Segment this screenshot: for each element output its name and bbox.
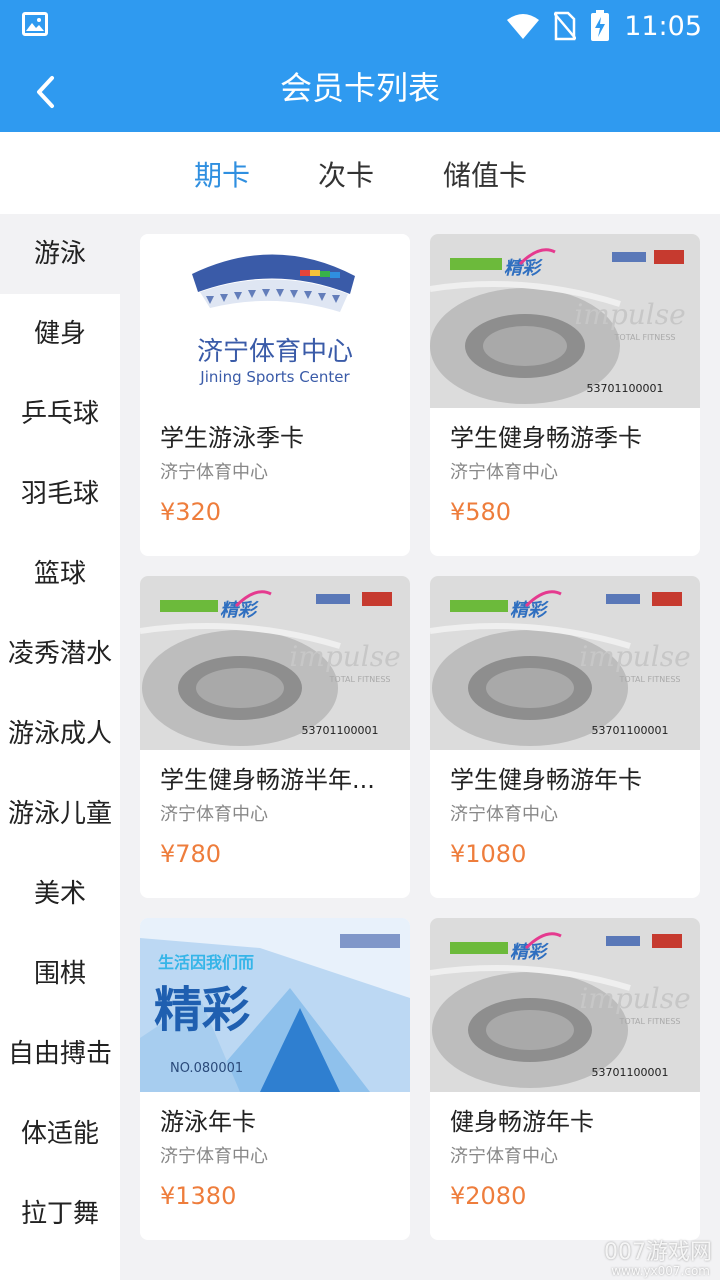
svg-text:生活因我们而: 生活因我们而 (158, 953, 254, 972)
card-item[interactable]: 精彩 impulse TOTAL FITNESS 53701100001 学生健… (430, 234, 700, 556)
card-image: 精彩 impulse TOTAL FITNESS 53701100001 (140, 576, 410, 750)
title-bar: 会员卡列表 (0, 52, 720, 132)
swim-card-art: 生活因我们而 精彩 NO.080001 (140, 918, 410, 1092)
tab-stored-value-card[interactable]: 储值卡 (443, 154, 527, 194)
tab-period-card[interactable]: 期卡 (194, 154, 250, 194)
svg-text:53701100001: 53701100001 (592, 724, 669, 737)
clock: 11:05 (624, 10, 702, 42)
sidebar-item-kids-swimming[interactable]: 游泳儿童 (0, 774, 120, 854)
svg-text:TOTAL FITNESS: TOTAL FITNESS (614, 333, 676, 342)
card-price: ¥780 (160, 840, 222, 868)
svg-text:TOTAL FITNESS: TOTAL FITNESS (619, 675, 681, 684)
watermark-url: www.yx007.com (611, 1264, 710, 1278)
card-item[interactable]: 精彩 impulse TOTAL FITNESS 53701100001 健身畅… (430, 918, 700, 1240)
svg-text:精彩: 精彩 (154, 982, 250, 1038)
stadium-card-art: 精彩 impulse TOTAL FITNESS 53701100001 (430, 576, 700, 750)
card-price: ¥2080 (450, 1182, 527, 1210)
sidebar-item-table-tennis[interactable]: 乒乓球 (0, 374, 120, 454)
card-item[interactable]: 精彩 impulse TOTAL FITNESS 53701100001 学生健… (140, 576, 410, 898)
card-image: 济宁体育中心 Jining Sports Center (140, 234, 410, 408)
sidebar-item-fitness[interactable]: 健身 (0, 294, 120, 374)
card-image: 生活因我们而 精彩 NO.080001 (140, 918, 410, 1092)
svg-text:53701100001: 53701100001 (587, 382, 664, 395)
card-price: ¥320 (160, 498, 222, 526)
svg-text:TOTAL FITNESS: TOTAL FITNESS (329, 675, 391, 684)
svg-text:济宁体育中心: 济宁体育中心 (197, 337, 353, 367)
stadium-card-art: 精彩 impulse TOTAL FITNESS 53701100001 (430, 918, 700, 1092)
battery-charging-icon (591, 10, 610, 41)
sidebar-item-physical-fitness[interactable]: 体适能 (0, 1094, 120, 1174)
card-venue: 济宁体育中心 (450, 1146, 558, 1167)
card-image: 精彩 impulse TOTAL FITNESS 53701100001 (430, 234, 700, 408)
sidebar-item-latin-dance[interactable]: 拉丁舞 (0, 1174, 120, 1280)
card-name: 学生健身畅游半年... (160, 766, 375, 794)
no-sim-icon (554, 11, 577, 41)
category-sidebar: 游泳 健身 乒乓球 羽毛球 篮球 凌秀潜水 游泳成人 游泳儿童 美术 围棋 自由… (0, 214, 120, 1280)
card-price: ¥1080 (450, 840, 527, 868)
stadium-card-art: 精彩 impulse TOTAL FITNESS 53701100001 (140, 576, 410, 750)
sidebar-item-swimming[interactable]: 游泳 (0, 214, 120, 294)
page-title: 会员卡列表 (279, 69, 440, 107)
stadium-logo-icon: 济宁体育中心 Jining Sports Center (192, 254, 355, 386)
card-image: 精彩 impulse TOTAL FITNESS 53701100001 (430, 576, 700, 750)
sidebar-item-art[interactable]: 美术 (0, 854, 120, 934)
card-grid: 济宁体育中心 Jining Sports Center 学生游泳季卡 济宁体育中… (120, 214, 720, 1280)
svg-text:impulse: impulse (579, 640, 690, 673)
card-name: 游泳年卡 (160, 1108, 256, 1136)
card-name: 学生游泳季卡 (160, 424, 304, 452)
card-name: 学生健身畅游季卡 (450, 424, 642, 452)
stadium-card-art: 精彩 impulse TOTAL FITNESS 53701100001 (430, 234, 700, 408)
card-item[interactable]: 精彩 impulse TOTAL FITNESS 53701100001 学生健… (430, 576, 700, 898)
wifi-icon (507, 14, 540, 39)
svg-text:TOTAL FITNESS: TOTAL FITNESS (619, 1017, 681, 1026)
card-price: ¥1380 (160, 1182, 237, 1210)
sidebar-item-badminton[interactable]: 羽毛球 (0, 454, 120, 534)
card-name: 学生健身畅游年卡 (450, 766, 642, 794)
gallery-icon (22, 12, 48, 36)
card-name: 健身畅游年卡 (450, 1108, 594, 1136)
svg-text:impulse: impulse (579, 982, 690, 1015)
card-type-tabs: 期卡 次卡 储值卡 (0, 132, 720, 214)
card-venue: 济宁体育中心 (450, 462, 558, 483)
card-venue: 济宁体育中心 (160, 462, 268, 483)
card-price: ¥580 (450, 498, 512, 526)
card-item[interactable]: 生活因我们而 精彩 NO.080001 游泳年卡 济宁体育中心 ¥1380 (140, 918, 410, 1240)
sidebar-item-basketball[interactable]: 篮球 (0, 534, 120, 614)
watermark: 007游戏网 (604, 1240, 712, 1265)
svg-text:Jining Sports Center: Jining Sports Center (199, 368, 350, 386)
status-bar: 11:05 (0, 0, 720, 52)
sidebar-item-adult-swimming[interactable]: 游泳成人 (0, 694, 120, 774)
card-venue: 济宁体育中心 (450, 804, 558, 825)
card-image: 精彩 impulse TOTAL FITNESS 53701100001 (430, 918, 700, 1092)
svg-text:impulse: impulse (289, 640, 400, 673)
sidebar-item-go[interactable]: 围棋 (0, 934, 120, 1014)
svg-text:impulse: impulse (574, 298, 685, 331)
card-venue: 济宁体育中心 (160, 804, 268, 825)
card-venue: 济宁体育中心 (160, 1146, 268, 1167)
svg-text:53701100001: 53701100001 (302, 724, 379, 737)
sidebar-item-diving[interactable]: 凌秀潜水 (0, 614, 120, 694)
card-item[interactable]: 济宁体育中心 Jining Sports Center 学生游泳季卡 济宁体育中… (140, 234, 410, 556)
svg-text:53701100001: 53701100001 (592, 1066, 669, 1079)
tab-count-card[interactable]: 次卡 (318, 154, 374, 194)
svg-text:NO.080001: NO.080001 (170, 1061, 243, 1076)
sidebar-item-kickboxing[interactable]: 自由搏击 (0, 1014, 120, 1094)
